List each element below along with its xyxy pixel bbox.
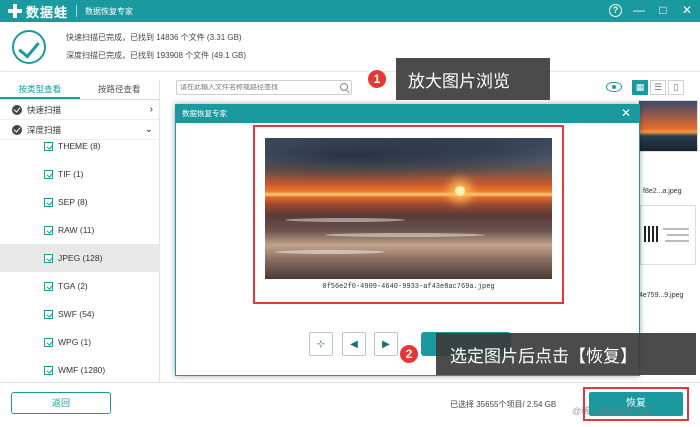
app-name: 数据蛙 xyxy=(26,4,69,20)
preview-filename: 0f56e2f0-4909-4640-9933-af43e8ac769a.jpe… xyxy=(322,283,495,291)
dialog-titlebar: 数据恢复专家 ✕ xyxy=(176,105,639,123)
thumbnail-image[interactable] xyxy=(638,100,698,152)
file-type-label: THEME (8) xyxy=(58,141,101,151)
view-tabs: 按类型查看 按路径查看 xyxy=(0,80,159,100)
file-type-label: SWF (54) xyxy=(58,309,95,319)
search-icon[interactable] xyxy=(340,83,348,91)
search-box[interactable] xyxy=(176,80,352,95)
dialog-close-icon[interactable]: ✕ xyxy=(621,105,631,122)
file-type-item[interactable]: THEME (8) xyxy=(0,140,160,160)
previous-image-button[interactable]: ◀ xyxy=(342,332,366,356)
checkbox[interactable] xyxy=(44,225,53,235)
deep-scan-status: 深度扫描已完成，已找到 193908 个文件 (49.1 GB) xyxy=(66,51,247,60)
file-type-item-selected[interactable]: JPEG (128) xyxy=(0,244,160,272)
list-view-icon[interactable]: ☰ xyxy=(650,80,666,95)
quick-scan-label: 快速扫描 xyxy=(27,104,62,115)
deep-scan-label: 深度扫描 xyxy=(27,124,62,135)
file-type-item[interactable]: SWF (54) xyxy=(0,300,160,328)
qr-code-icon xyxy=(644,226,660,242)
help-button[interactable]: ? xyxy=(609,3,622,17)
selection-summary: 已选择 35655个项目/ 2.54 GB xyxy=(450,400,557,409)
check-icon xyxy=(12,124,22,135)
file-type-label: RAW (11) xyxy=(58,225,95,235)
file-type-label: TIF (1) xyxy=(58,169,84,179)
close-button[interactable]: ✕ xyxy=(680,3,694,17)
checkbox[interactable] xyxy=(44,141,53,151)
left-panel: 按类型查看 按路径查看 快速扫描 › 深度扫描 ⌄ THEME (8) TIF … xyxy=(0,80,160,382)
checkbox[interactable] xyxy=(44,365,53,375)
file-type-item[interactable]: TGA (2) xyxy=(0,272,160,300)
tab-by-path[interactable]: 按路径查看 xyxy=(80,80,160,99)
file-type-label: JPEG (128) xyxy=(58,253,103,263)
image-clouds xyxy=(265,138,552,183)
chevron-down-icon: ⌄ xyxy=(144,124,153,135)
minimize-button[interactable]: — xyxy=(632,3,646,17)
file-type-item[interactable]: WMF (1280) xyxy=(0,356,160,382)
checkbox[interactable] xyxy=(44,337,53,347)
next-image-button[interactable]: ▶ xyxy=(374,332,398,356)
back-button[interactable]: 返回 xyxy=(11,392,111,414)
thumbnail-caption: 4e759...9.jpeg xyxy=(639,292,684,299)
plus-icon xyxy=(8,4,22,18)
checkbox[interactable] xyxy=(44,281,53,291)
text-line xyxy=(663,228,689,230)
checkbox[interactable] xyxy=(44,309,53,319)
step-badge: 2 xyxy=(398,343,420,365)
check-icon xyxy=(12,104,22,115)
scan-complete-check-icon xyxy=(12,30,46,64)
checkbox[interactable] xyxy=(44,197,53,207)
callout-box: 选定图片后点击【恢复】 xyxy=(436,333,696,375)
image-sun xyxy=(455,186,465,196)
preview-highlight-frame: 0f56e2f0-4909-4640-9933-af43e8ac769a.jpe… xyxy=(253,125,564,304)
callout-zoom: 1 放大图片浏览 xyxy=(366,58,550,100)
text-line xyxy=(665,240,689,242)
file-type-item[interactable]: SEP (8) xyxy=(0,188,160,216)
quick-scan-row[interactable]: 快速扫描 › xyxy=(0,100,159,120)
watermark: @稀土掘金技术社区 xyxy=(572,406,654,416)
file-type-label: WPG (1) xyxy=(58,337,92,347)
app-subtitle: 数据恢复专家 xyxy=(85,6,134,16)
title-divider xyxy=(76,5,78,17)
file-type-item[interactable]: RAW (11) xyxy=(0,216,160,244)
checkbox[interactable] xyxy=(44,169,53,179)
callout-text: 选定图片后点击【恢复】 xyxy=(450,346,637,366)
deep-scan-row[interactable]: 深度扫描 ⌄ xyxy=(0,120,159,140)
preview-image[interactable] xyxy=(265,138,552,279)
thumbnail-caption: f8e2...a.jpeg xyxy=(643,188,682,195)
fit-view-button[interactable]: ⊹ xyxy=(309,332,333,356)
file-type-label: WMF (1280) xyxy=(58,365,106,375)
step-badge: 1 xyxy=(366,68,388,90)
file-type-list: THEME (8) TIF (1) SEP (8) RAW (11) JPEG … xyxy=(0,140,160,382)
maximize-button[interactable]: □ xyxy=(656,3,670,17)
detail-view-icon[interactable]: ▯ xyxy=(668,80,684,95)
grid-view-icon[interactable]: ▦ xyxy=(632,80,648,95)
file-type-item[interactable]: TIF (1) xyxy=(0,160,160,188)
app-logo: 数据蛙 xyxy=(8,2,68,21)
file-type-label: TGA (2) xyxy=(58,281,88,291)
image-wave xyxy=(325,233,485,237)
image-wave xyxy=(275,250,385,254)
text-line xyxy=(667,234,689,236)
file-type-item[interactable]: WPG (1) xyxy=(0,328,160,356)
quick-scan-status: 快速扫描已完成，已找到 14836 个文件 (3.31 GB) xyxy=(66,33,242,42)
checkbox[interactable] xyxy=(44,253,53,263)
image-wave xyxy=(285,218,405,222)
callout-box: 放大图片浏览 xyxy=(396,58,550,100)
callout-text: 放大图片浏览 xyxy=(408,71,510,91)
window-controls: ? — □ ✕ xyxy=(609,3,694,17)
search-input[interactable] xyxy=(180,84,330,91)
callout-recover: 2 选定图片后点击【恢复】 xyxy=(398,333,696,375)
scan-status-area: 快速扫描已完成，已找到 14836 个文件 (3.31 GB) 深度扫描已完成，… xyxy=(0,22,700,72)
tab-by-type[interactable]: 按类型查看 xyxy=(0,80,80,99)
chevron-right-icon: › xyxy=(149,104,153,115)
title-bar: 数据蛙 数据恢复专家 ? — □ ✕ xyxy=(0,0,700,22)
preview-eye-icon[interactable] xyxy=(606,82,622,92)
dialog-title: 数据恢复专家 xyxy=(182,109,227,118)
file-type-label: SEP (8) xyxy=(58,197,88,207)
thumbnail-image[interactable] xyxy=(640,205,696,265)
